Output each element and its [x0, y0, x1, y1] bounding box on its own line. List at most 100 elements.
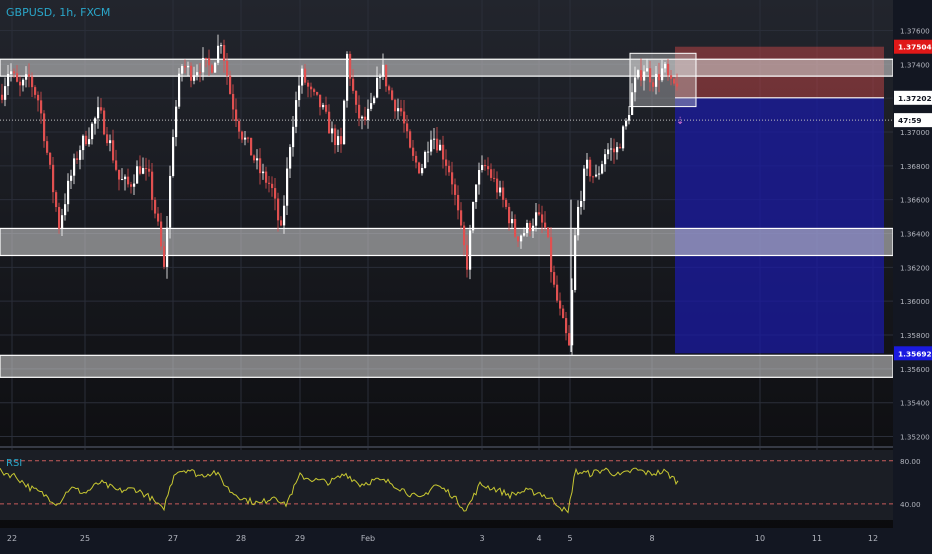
candle-body [502, 187, 505, 200]
candle-body [424, 151, 427, 168]
target-price-tag: 1.35692 [898, 349, 932, 358]
candle-body [250, 137, 253, 156]
candle-body [370, 103, 373, 109]
candle-body [670, 75, 673, 79]
candle-body [22, 79, 25, 86]
price-axis[interactable]: 1.376001.374001.372001.370001.368001.366… [893, 0, 932, 550]
candle-body [493, 177, 496, 179]
candle-body [88, 139, 91, 145]
candle-body [400, 108, 403, 112]
candle-body [436, 138, 439, 151]
candle-body [559, 300, 562, 309]
candle-body [613, 148, 616, 153]
candle-body [658, 73, 661, 81]
short-position-tool[interactable] [675, 46, 884, 354]
candle-body [40, 100, 43, 114]
candle-body [97, 107, 100, 119]
candle-body [85, 135, 88, 145]
candle-body [664, 63, 667, 69]
candle-body [46, 141, 49, 153]
candle-body [112, 140, 115, 161]
candle-body [625, 120, 628, 127]
candle-body [181, 66, 184, 74]
candle-body [184, 66, 187, 68]
candle-body [190, 65, 193, 81]
trading-chart[interactable]: ⇣ 1.376001.374001.372001.370001.368001.3… [0, 0, 932, 550]
candle-body [442, 144, 445, 160]
candle-body [529, 223, 532, 232]
time-axis[interactable]: 22 25 27 28 29 Feb 3 4 5 8 10 11 12 [0, 528, 932, 550]
candle-body [628, 114, 631, 121]
candle-body [508, 206, 511, 224]
candle-body [220, 45, 223, 47]
candle-body [28, 74, 31, 77]
symbol-label[interactable]: GBPUSD, 1h, FXCM [6, 6, 110, 19]
candle-body [259, 158, 262, 174]
candle-body [256, 158, 259, 161]
candle-body [412, 147, 415, 156]
candle-body [490, 169, 493, 178]
candle-body [394, 99, 397, 112]
candle-body [193, 75, 196, 81]
candle-body [343, 100, 346, 145]
time-tick-label: 5 [567, 534, 572, 543]
price-tick-label: 1.37600 [900, 26, 930, 35]
candle-body [205, 57, 208, 59]
candle-body [484, 165, 487, 167]
candle-body [586, 159, 589, 169]
candle-body [616, 146, 619, 153]
candle-body [244, 137, 247, 140]
candle-body [367, 108, 370, 121]
candle-body [463, 225, 466, 246]
time-tick-label: Feb [361, 534, 375, 543]
candle-body [634, 77, 637, 93]
candle-body [550, 237, 553, 273]
candle-body [334, 128, 337, 146]
candle-body [172, 137, 175, 176]
candle-body [280, 220, 283, 226]
candle-body [136, 166, 139, 184]
candle-body [145, 168, 148, 170]
candle-body [226, 61, 229, 76]
candle-body [94, 118, 97, 124]
candle-body [526, 223, 529, 234]
candle-body [523, 233, 526, 236]
time-tick-label: 12 [868, 534, 878, 543]
candle-body [217, 45, 220, 63]
candle-body [16, 73, 19, 82]
candle-body [637, 70, 640, 78]
time-tick-label: 3 [479, 534, 484, 543]
price-tick-label: 1.36200 [900, 263, 930, 272]
candle-body [418, 162, 421, 174]
candle-body [373, 97, 376, 104]
candle-body [562, 308, 565, 319]
candle-body [208, 58, 211, 66]
candle-body [337, 136, 340, 146]
candle-body [283, 205, 286, 226]
candle-body [331, 128, 334, 134]
candle-body [238, 120, 241, 132]
candle-body [202, 57, 205, 73]
candle-body [4, 86, 7, 100]
candle-body [52, 164, 55, 193]
candle-body [109, 140, 112, 144]
candle-body [565, 318, 568, 334]
candle-body [619, 146, 622, 149]
candle-body [454, 184, 457, 195]
candle-body [37, 94, 40, 101]
candle-body [100, 107, 103, 111]
candle-body [73, 158, 76, 176]
candle-body [154, 199, 157, 214]
candle-body [655, 73, 658, 87]
candle-body [505, 199, 508, 207]
candle-body [595, 174, 598, 177]
candle-body [19, 81, 22, 86]
candle-body [163, 246, 166, 267]
candle-body [580, 200, 583, 207]
candle-body [409, 131, 412, 148]
candle-body [169, 175, 172, 228]
candle-body [298, 85, 301, 101]
candle-body [49, 152, 52, 165]
chart-canvas[interactable]: ⇣ 1.376001.374001.372001.370001.368001.3… [0, 0, 932, 550]
candle-body [118, 169, 121, 180]
